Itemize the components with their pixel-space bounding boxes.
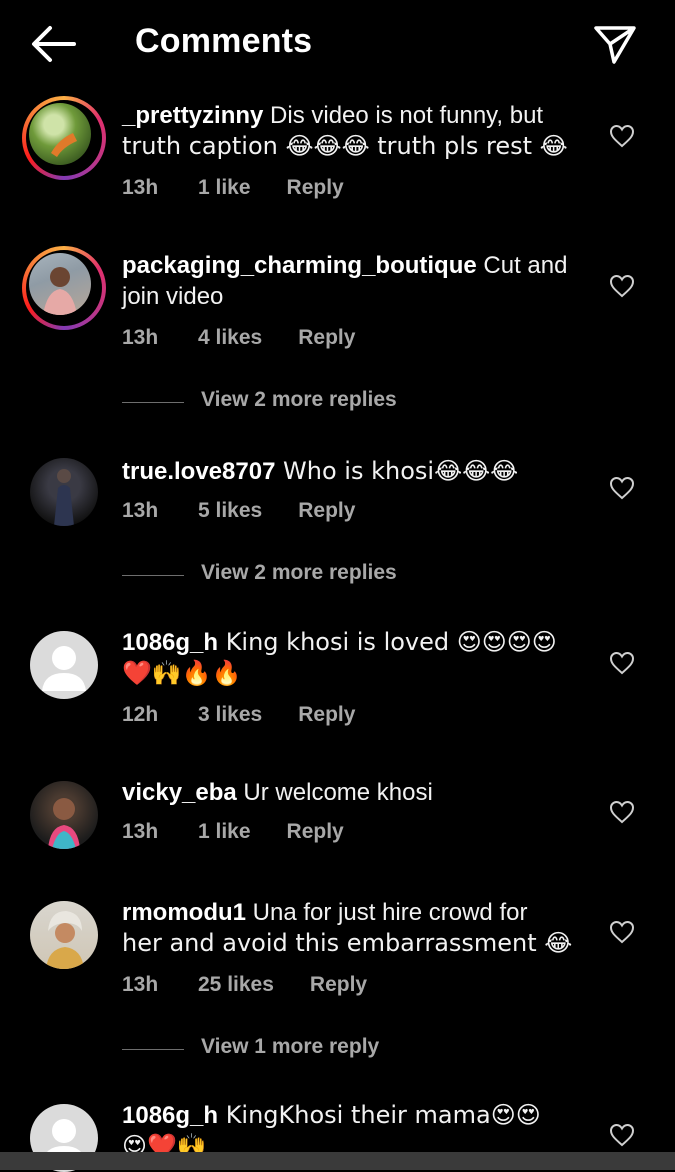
comment-text: Ur welcome khosi xyxy=(236,779,433,806)
comment-likes[interactable]: 1 like xyxy=(198,820,251,844)
comment-meta: 13h 5 likes Reply xyxy=(122,499,355,523)
divider xyxy=(122,402,184,403)
comment-text: Dis video is not funny, but xyxy=(263,102,544,129)
comment-text: join video xyxy=(122,283,224,310)
heart-icon[interactable] xyxy=(609,476,635,500)
view-more-replies-label: View 1 more reply xyxy=(201,1035,380,1058)
comment-text: truth caption 😂😂😂 truth pls rest 😂 xyxy=(122,132,568,160)
comment-time: 13h xyxy=(122,820,159,843)
heart-icon[interactable] xyxy=(609,124,635,148)
comment-username[interactable]: 1086g_h xyxy=(122,1102,218,1129)
heart-icon[interactable] xyxy=(609,1123,635,1147)
comment-text: her and avoid this embarrassment 😂 xyxy=(122,929,573,957)
comment-likes[interactable]: 5 likes xyxy=(198,499,262,523)
view-more-replies-label: View 2 more replies xyxy=(201,561,397,584)
view-more-replies-label: View 2 more replies xyxy=(201,388,397,411)
reply-button[interactable]: Reply xyxy=(287,820,344,844)
comment-time: 13h xyxy=(122,326,159,349)
reply-button[interactable]: Reply xyxy=(298,326,355,350)
comment-username[interactable]: 1086g_h xyxy=(122,629,218,656)
comment-username[interactable]: packaging_charming_boutique xyxy=(122,252,477,279)
share-button[interactable] xyxy=(590,20,638,68)
heart-icon[interactable] xyxy=(609,651,635,675)
bottom-bar xyxy=(0,1152,675,1170)
view-more-replies[interactable]: View 2 more replies xyxy=(122,388,522,418)
back-button[interactable] xyxy=(28,22,78,66)
comment-time: 13h xyxy=(122,176,159,199)
divider xyxy=(122,1049,184,1050)
heart-icon[interactable] xyxy=(609,274,635,298)
avatar[interactable] xyxy=(22,96,106,180)
avatar[interactable] xyxy=(30,901,98,969)
avatar[interactable] xyxy=(30,458,98,526)
heart-icon[interactable] xyxy=(609,800,635,824)
reply-button[interactable]: Reply xyxy=(298,499,355,523)
page-title: Comments xyxy=(135,22,313,60)
view-more-replies[interactable]: View 2 more replies xyxy=(122,561,522,591)
comment-likes[interactable]: 25 likes xyxy=(198,973,274,997)
comment-text: King khosi is loved 😍😍😍😍 xyxy=(218,628,557,656)
reply-button[interactable]: Reply xyxy=(298,703,355,727)
paper-plane-icon xyxy=(594,26,636,64)
comment-meta: 13h 1 like Reply xyxy=(122,820,344,844)
comment-text: Cut and xyxy=(476,252,568,279)
comment-meta: 13h 4 likes Reply xyxy=(122,326,355,350)
comment-likes[interactable]: 1 like xyxy=(198,176,251,200)
divider xyxy=(122,575,184,576)
comment-time: 13h xyxy=(122,499,159,522)
comment-text: ❤️🙌🔥🔥 xyxy=(122,659,242,687)
avatar[interactable] xyxy=(30,631,98,699)
comment-time: 13h xyxy=(122,973,159,996)
reply-button[interactable]: Reply xyxy=(310,973,367,997)
heart-icon[interactable] xyxy=(609,920,635,944)
arrow-left-icon xyxy=(32,26,76,62)
comment-likes[interactable]: 4 likes xyxy=(198,326,262,350)
view-more-replies[interactable]: View 1 more reply xyxy=(122,1035,522,1065)
comment-meta: 13h 25 likes Reply xyxy=(122,973,367,997)
top-bar: Comments xyxy=(0,0,675,88)
comment-username[interactable]: rmomodu1 xyxy=(122,899,246,926)
comment-username[interactable]: _prettyzinny xyxy=(122,102,263,129)
comment-meta: 13h 1 like Reply xyxy=(122,176,344,200)
reply-button[interactable]: Reply xyxy=(287,176,344,200)
comment-text: Una for just hire crowd for xyxy=(246,899,528,926)
comment-username[interactable]: true.love8707 xyxy=(122,458,275,485)
comment-text: Who is khosi😂😂😂 xyxy=(275,457,519,485)
avatar[interactable] xyxy=(22,246,106,330)
comment-text: KingKhosi their mama😍😍 xyxy=(218,1101,541,1129)
comment-likes[interactable]: 3 likes xyxy=(198,703,262,727)
comment-time: 12h xyxy=(122,703,159,726)
comment-meta: 12h 3 likes Reply xyxy=(122,703,355,727)
avatar[interactable] xyxy=(30,781,98,849)
comment-username[interactable]: vicky_eba xyxy=(122,779,237,806)
